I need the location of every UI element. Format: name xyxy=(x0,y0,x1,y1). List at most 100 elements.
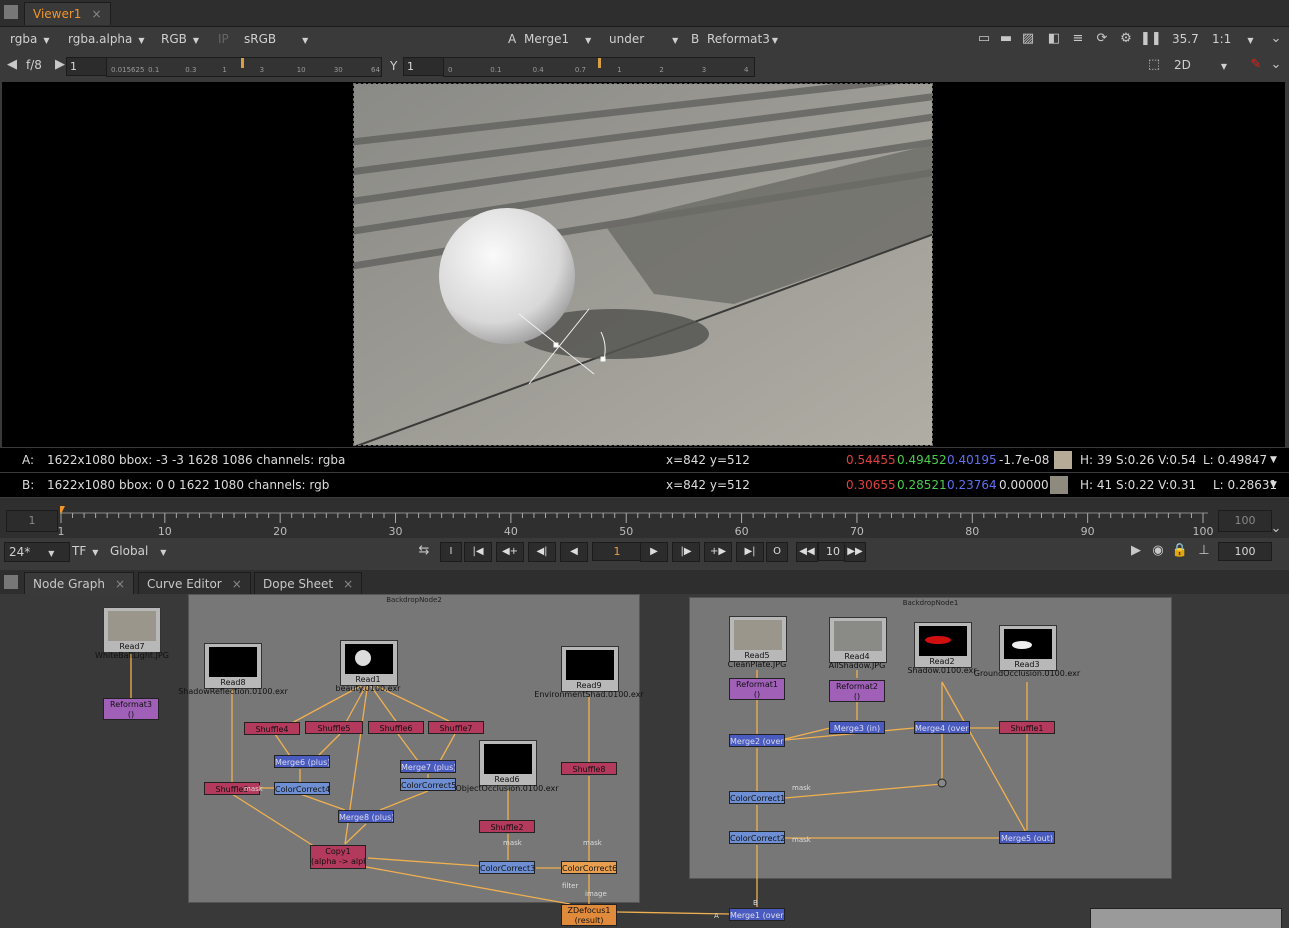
next-keyframe-button[interactable]: +▶ xyxy=(704,542,732,562)
gain-slider[interactable]: 0.015625 0.1 0.3 1 3 10 30 64 xyxy=(106,57,382,77)
gear-icon[interactable]: ⚙ xyxy=(1116,30,1136,48)
node-merge5[interactable]: Merge5 (out) xyxy=(999,831,1055,844)
timeline-end-field[interactable]: 100 xyxy=(1218,510,1272,532)
node-colorcorrect1[interactable]: ColorCorrect1 xyxy=(729,791,785,804)
overscan-icon[interactable]: ▬ xyxy=(996,30,1016,48)
node-shuffle6[interactable]: Shuffle6 xyxy=(368,721,424,734)
gain-input[interactable]: 1 xyxy=(66,57,110,76)
fps-dropdown[interactable]: 24* ▼ xyxy=(4,542,70,562)
node-colorcorrect2[interactable]: ColorCorrect2 xyxy=(729,831,785,844)
gamma-slider-handle[interactable] xyxy=(598,58,601,68)
close-icon[interactable]: × xyxy=(343,577,353,591)
loop-mode-icon[interactable]: ⇆ xyxy=(414,542,434,560)
dot-node[interactable] xyxy=(937,778,947,788)
prev-keyframe-button[interactable]: ◀+ xyxy=(496,542,524,562)
info-b-dropdown-icon[interactable]: ▼ xyxy=(1270,473,1277,497)
wipe-icon[interactable]: ◧ xyxy=(1044,30,1064,48)
info-a-dropdown-icon[interactable]: ▼ xyxy=(1270,448,1277,472)
a-input-dropdown[interactable]: Merge1 ▼ xyxy=(520,30,604,48)
timeline-ruler[interactable] xyxy=(60,505,1208,535)
play-backward-button[interactable]: ◀ xyxy=(560,542,588,562)
alpha-channel-dropdown[interactable]: rgba.alpha ▼ xyxy=(64,30,156,48)
close-icon[interactable]: × xyxy=(232,577,242,591)
display-channel-dropdown[interactable]: RGB ▼ xyxy=(157,30,213,48)
pause-icon[interactable]: ❚❚ xyxy=(1140,30,1162,48)
node-copy1[interactable]: Copy1(alpha -> alpha) xyxy=(310,845,366,869)
flipbook-icon[interactable]: ▶ xyxy=(1126,542,1146,560)
lines-icon[interactable]: ≡ xyxy=(1068,30,1088,48)
view-mode-dropdown[interactable]: 2D ▼ xyxy=(1170,56,1242,74)
node-graph-canvas[interactable]: BackdropNode2 BackdropNode1 Read7 WhiteB… xyxy=(0,594,1289,928)
close-icon[interactable]: × xyxy=(115,577,125,591)
node-shuffle8[interactable]: Shuffle8 xyxy=(561,762,617,775)
zoom-value[interactable]: 35.7 xyxy=(1168,30,1203,48)
node-reformat3[interactable]: Reformat3 () xyxy=(103,698,159,720)
node-colorcorrect3[interactable]: ColorCorrect3 xyxy=(479,861,535,874)
collapse-icon[interactable]: ⌄ xyxy=(1266,30,1286,48)
tf-dropdown[interactable]: TF ▼ xyxy=(68,542,102,560)
read1-file: beauty.0100.exr xyxy=(335,684,401,693)
in-point-button[interactable]: I xyxy=(440,542,462,562)
ip-toggle[interactable]: IP xyxy=(214,30,233,48)
pick-color-icon[interactable]: ✎ xyxy=(1246,56,1266,74)
last-frame-button[interactable]: ▶| xyxy=(736,542,764,562)
channels-dropdown[interactable]: rgba ▼ xyxy=(6,30,62,48)
node-shuffle7[interactable]: Shuffle7 xyxy=(428,721,484,734)
zebra-icon[interactable]: ▨ xyxy=(1018,30,1038,48)
step-back-button[interactable]: ◀◀ xyxy=(796,542,818,562)
gamma-slider[interactable]: 0 0.1 0.4 0.7 1 2 3 4 xyxy=(443,57,755,77)
node-merge4[interactable]: Merge4 (over) xyxy=(914,721,970,734)
node-merge1[interactable]: Merge1 (over) xyxy=(729,908,785,921)
range-icon[interactable]: ⊥ xyxy=(1194,542,1214,560)
node-merge2[interactable]: Merge2 (over) xyxy=(729,734,785,747)
node-shuffle5[interactable]: Shuffle5 xyxy=(305,721,363,734)
panel-menu-icon[interactable] xyxy=(4,5,18,19)
timeline-start-field[interactable]: 1 xyxy=(6,510,58,532)
scope-value: Global xyxy=(110,544,149,558)
node-zdefocus1[interactable]: ZDefocus1 (result) xyxy=(561,904,617,926)
tab-dope-sheet[interactable]: Dope Sheet × xyxy=(254,572,363,595)
b-input-dropdown[interactable]: Reformat3 ▼ xyxy=(703,30,787,48)
tab-node-graph[interactable]: Node Graph × xyxy=(24,572,135,595)
read8-file: ShadowReflection.0100.exr xyxy=(178,687,288,696)
refresh-icon[interactable]: ⟳ xyxy=(1092,30,1112,48)
node-merge3[interactable]: Merge3 (in) xyxy=(829,721,885,734)
node-merge8[interactable]: Merge8 (plus) xyxy=(338,810,394,823)
navigator-minimap[interactable] xyxy=(1090,908,1282,928)
node-colorcorrect6[interactable]: ColorCorrect6 xyxy=(561,861,617,874)
tab-curve-editor[interactable]: Curve Editor × xyxy=(138,572,251,595)
node-colorcorrect5[interactable]: ColorCorrect5 xyxy=(400,778,456,791)
record-icon[interactable]: ◉ xyxy=(1148,542,1168,560)
gain-slider-handle[interactable] xyxy=(241,58,244,68)
first-frame-button[interactable]: |◀ xyxy=(464,542,492,562)
node-shuffle2[interactable]: Shuffle2 xyxy=(479,820,535,833)
scope-dropdown[interactable]: Global ▼ xyxy=(106,542,176,560)
prev-fstop-icon[interactable]: ◀ xyxy=(2,56,22,74)
prev-frame-button[interactable]: ◀| xyxy=(528,542,556,562)
current-frame-input[interactable]: 1 xyxy=(592,542,642,561)
node-colorcorrect4[interactable]: ColorCorrect4 xyxy=(274,782,330,795)
colorspace-dropdown[interactable]: sRGB ▼ xyxy=(240,30,316,48)
node-shuffle1[interactable]: Shuffle1 xyxy=(999,721,1055,734)
node-merge7[interactable]: Merge7 (plus) xyxy=(400,760,456,773)
out-point-button[interactable]: O xyxy=(766,542,788,562)
node-reformat2[interactable]: Reformat2() xyxy=(829,680,885,702)
node-merge6[interactable]: Merge6 (plus) xyxy=(274,755,330,768)
panel-menu-icon[interactable] xyxy=(4,575,18,589)
next-frame-button[interactable]: |▶ xyxy=(672,542,700,562)
end-frame-field[interactable]: 100 xyxy=(1218,542,1272,561)
proxy-dropdown[interactable]: 1:1 ▼ xyxy=(1208,30,1266,48)
node-reformat1[interactable]: Reformat1() xyxy=(729,678,785,700)
gamma-input[interactable]: 1 xyxy=(403,57,447,76)
step-forward-button[interactable]: ▶▶ xyxy=(844,542,866,562)
region-select-icon[interactable]: ⬚ xyxy=(1144,56,1164,74)
roi-icon[interactable]: ▭ xyxy=(974,30,994,48)
play-forward-button[interactable]: ▶ xyxy=(640,542,668,562)
node-shuffle4[interactable]: Shuffle4 xyxy=(244,722,300,735)
collapse-icon[interactable]: ⌄ xyxy=(1266,520,1286,538)
blend-mode-dropdown[interactable]: under ▼ xyxy=(605,30,687,48)
lock-icon[interactable]: 🔒 xyxy=(1170,542,1190,560)
close-icon[interactable]: × xyxy=(91,7,101,21)
tab-viewer1[interactable]: Viewer1 × xyxy=(24,2,111,25)
collapse-icon[interactable]: ⌄ xyxy=(1266,56,1286,74)
